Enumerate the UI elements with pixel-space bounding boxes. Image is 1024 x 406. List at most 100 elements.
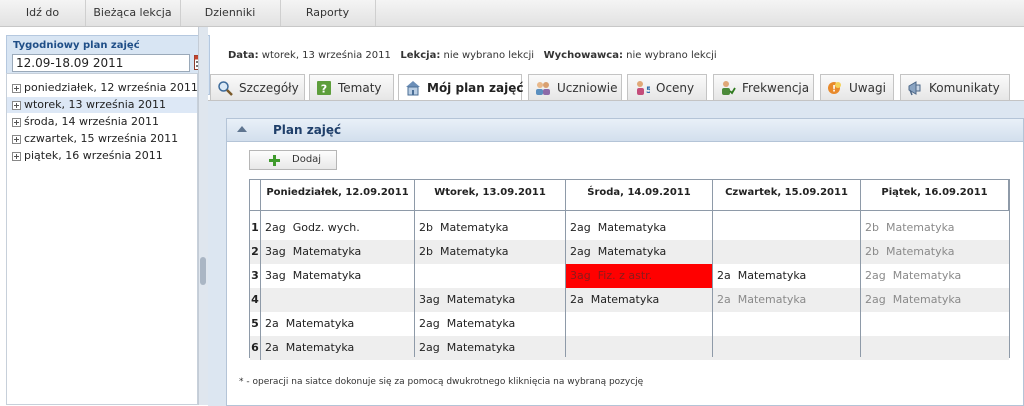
menu-current-lesson[interactable]: Bieżąca lekcja xyxy=(85,0,181,26)
expand-icon[interactable] xyxy=(12,135,21,144)
tab-attendance[interactable]: Frekwencja xyxy=(713,74,814,100)
lesson-cell[interactable]: 2b Matematyka xyxy=(861,216,1009,240)
subject-label: Matematyka xyxy=(446,293,516,306)
lesson-cell[interactable] xyxy=(713,312,861,336)
expand-icon[interactable] xyxy=(12,101,21,110)
lesson-cell[interactable] xyxy=(566,312,713,336)
lesson-cell[interactable]: 2ag Godz. wych. xyxy=(261,216,415,240)
day-label: środa, 14 września 2011 xyxy=(24,115,160,128)
class-label: 2b xyxy=(419,221,433,234)
lesson-cell[interactable]: 2b Matematyka xyxy=(861,240,1009,264)
lesson-cell[interactable]: 2a Matematyka xyxy=(713,288,861,312)
subject-label: Matematyka xyxy=(885,221,955,234)
class-label: 2ag xyxy=(419,341,440,354)
day-item[interactable]: środa, 14 września 2011 xyxy=(7,114,197,130)
column-divider xyxy=(414,180,415,357)
lesson-cell[interactable]: 3ag Matematyka xyxy=(261,240,415,264)
lesson-cell[interactable]: 2a Matematyka xyxy=(261,312,415,336)
subject-label: Matematyka xyxy=(597,245,667,258)
tab-my-schedule[interactable]: Mój plan zajęć xyxy=(398,74,524,101)
tab-students[interactable]: Uczniowie xyxy=(528,74,622,100)
tab-grades[interactable]: 5 Oceny xyxy=(627,74,707,100)
day-column-header: Poniedziałek, 12.09.2011 xyxy=(261,180,415,210)
lesson-cell[interactable]: 2ag Matematyka xyxy=(566,216,713,240)
lesson-cell[interactable]: 2a Matematyka xyxy=(566,288,713,312)
day-label: czwartek, 15 września 2011 xyxy=(24,132,179,145)
lesson-cell[interactable]: 2a Matematyka xyxy=(713,264,861,288)
tab-announcements[interactable]: Komunikaty xyxy=(900,74,1010,100)
menu-reports[interactable]: Raporty xyxy=(280,0,376,26)
tab-details[interactable]: Szczegóły xyxy=(210,74,305,100)
class-label: 2a xyxy=(717,269,731,282)
date-label: Data: xyxy=(228,50,259,61)
subject-label: Fiz. z astr. xyxy=(597,269,653,282)
day-label: wtorek, 13 września 2011 xyxy=(24,98,166,111)
panel-splitter[interactable] xyxy=(198,27,208,405)
schedule-grid: Poniedziałek, 12.09.2011 Wtorek, 13.09.20… xyxy=(249,179,1010,360)
expand-icon[interactable] xyxy=(12,152,21,161)
tab-remarks[interactable]: ! Uwagi xyxy=(820,74,894,100)
lesson-cell[interactable]: 2ag Matematyka xyxy=(861,264,1009,288)
subject-label: Matematyka xyxy=(285,341,355,354)
class-label: 3ag xyxy=(265,269,286,282)
subject-label: Matematyka xyxy=(885,245,955,258)
lesson-cell[interactable]: 2ag Matematyka xyxy=(415,336,566,360)
class-label: 3ag xyxy=(265,245,286,258)
collapse-panel-icon[interactable] xyxy=(237,126,247,132)
subject-label: Matematyka xyxy=(446,317,516,330)
lesson-cell[interactable]: 3ag Matematyka xyxy=(261,264,415,288)
lesson-cell[interactable]: 3ag Fiz. z astr. xyxy=(566,264,713,288)
menu-goto[interactable]: Idź do xyxy=(0,0,86,26)
lesson-cell[interactable]: 2b Matematyka xyxy=(415,216,566,240)
lesson-cell[interactable]: 2ag Matematyka xyxy=(861,288,1009,312)
day-item[interactable]: wtorek, 13 września 2011 xyxy=(7,97,197,113)
column-divider xyxy=(565,180,566,357)
week-label: Tygodniowy plan zajęć xyxy=(13,40,140,51)
tutor-label: Wychowawca: xyxy=(543,50,623,61)
class-label: 3ag xyxy=(419,293,440,306)
lesson-label: Lekcja: xyxy=(400,50,441,61)
lesson-cell[interactable] xyxy=(261,288,415,312)
lesson-cell[interactable]: 2ag Matematyka xyxy=(566,240,713,264)
lesson-cell[interactable] xyxy=(713,240,861,264)
subject-label: Matematyka xyxy=(597,221,667,234)
collapse-arrow-icon[interactable] xyxy=(200,257,206,285)
tab-topics[interactable]: ? Tematy xyxy=(309,74,394,100)
lesson-cell[interactable]: 2a Matematyka xyxy=(261,336,415,360)
lesson-cell[interactable] xyxy=(566,336,713,360)
tab-label: Oceny xyxy=(656,81,695,95)
plus-icon xyxy=(269,155,280,166)
header-divider xyxy=(250,210,1009,211)
day-item[interactable]: poniedziałek, 12 września 2011 xyxy=(7,80,198,96)
lesson-cell[interactable] xyxy=(861,312,1009,336)
lesson-cell[interactable] xyxy=(713,336,861,360)
lesson-cell[interactable]: 2b Matematyka xyxy=(415,240,566,264)
tab-label: Mój plan zajęć xyxy=(427,81,524,95)
lesson-cell[interactable] xyxy=(713,216,861,240)
top-menu-bar: Idź do Bieżąca lekcja Dzienniki Raporty xyxy=(0,0,1024,27)
day-item[interactable]: piątek, 16 września 2011 xyxy=(7,148,197,164)
lesson-cell[interactable] xyxy=(415,264,566,288)
svg-text:?: ? xyxy=(321,83,327,96)
class-label: 2ag xyxy=(865,293,886,306)
students-icon xyxy=(536,82,550,95)
lesson-cell[interactable] xyxy=(861,336,1009,360)
building-icon xyxy=(406,81,420,96)
svg-text:5: 5 xyxy=(646,86,650,96)
tab-label: Uczniowie xyxy=(557,81,618,95)
week-input[interactable] xyxy=(12,54,190,72)
lesson-cell[interactable]: 2ag Matematyka xyxy=(415,312,566,336)
class-label: 3ag xyxy=(570,269,591,282)
class-label: 2ag xyxy=(265,221,286,234)
expand-icon[interactable] xyxy=(12,118,21,127)
class-label: 2a xyxy=(265,317,279,330)
expand-icon[interactable] xyxy=(12,84,21,93)
tab-bar: Szczegóły ? Tematy Mój plan zajęć Ucznio… xyxy=(208,74,1024,101)
date-value: wtorek, 13 września 2011 xyxy=(261,50,391,61)
menu-journals[interactable]: Dzienniki xyxy=(180,0,281,26)
class-label: 2b xyxy=(865,245,879,258)
day-item[interactable]: czwartek, 15 września 2011 xyxy=(7,131,197,147)
lesson-cell[interactable]: 3ag Matematyka xyxy=(415,288,566,312)
add-button[interactable]: Dodaj xyxy=(249,150,337,170)
tab-label: Frekwencja xyxy=(742,81,810,95)
